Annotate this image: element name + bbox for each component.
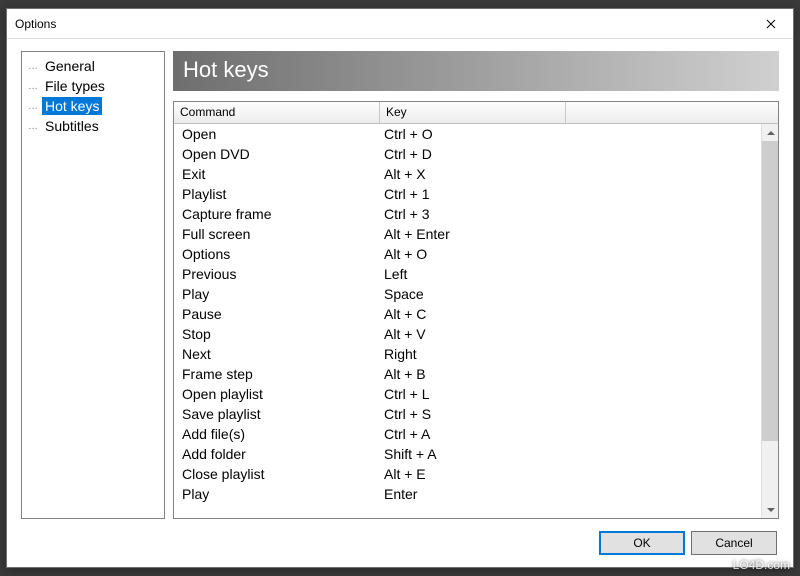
cell-command: Playlist — [174, 186, 380, 202]
cell-command: Add file(s) — [174, 426, 380, 442]
hotkey-row[interactable]: PlaySpace — [174, 284, 761, 304]
tree-connector-icon: … — [28, 121, 42, 132]
column-command[interactable]: Command — [174, 102, 380, 123]
cell-command: Next — [174, 346, 380, 362]
hotkey-row[interactable]: OptionsAlt + O — [174, 244, 761, 264]
cell-key: Ctrl + 1 — [380, 186, 566, 202]
panel-heading: Hot keys — [173, 51, 779, 91]
tree-item-file-types[interactable]: …File types — [24, 76, 162, 96]
scroll-down-button[interactable] — [762, 501, 778, 518]
titlebar: Options — [7, 9, 793, 39]
cell-key: Ctrl + L — [380, 386, 566, 402]
cell-command: Frame step — [174, 366, 380, 382]
cell-key: Alt + O — [380, 246, 566, 262]
tree-connector-icon: … — [28, 81, 42, 92]
cell-key: Ctrl + A — [380, 426, 566, 442]
hotkey-row[interactable]: PauseAlt + C — [174, 304, 761, 324]
main-panel: Hot keys Command Key OpenCtrl + OOpen DV… — [173, 51, 779, 519]
hotkey-row[interactable]: PlayEnter — [174, 484, 761, 504]
window-title: Options — [15, 17, 56, 31]
cell-key: Alt + X — [380, 166, 566, 182]
hotkey-row[interactable]: Full screenAlt + Enter — [174, 224, 761, 244]
cell-key: Right — [380, 346, 566, 362]
tree-item-subtitles[interactable]: …Subtitles — [24, 116, 162, 136]
cell-key: Alt + E — [380, 466, 566, 482]
cell-key: Ctrl + O — [380, 126, 566, 142]
tree-connector-icon: … — [28, 101, 42, 112]
list-body: OpenCtrl + OOpen DVDCtrl + DExitAlt + XP… — [174, 124, 778, 518]
hotkey-row[interactable]: OpenCtrl + O — [174, 124, 761, 144]
scroll-up-button[interactable] — [762, 124, 778, 141]
column-key[interactable]: Key — [380, 102, 566, 123]
tree-connector-icon: … — [28, 61, 42, 72]
hotkey-row[interactable]: NextRight — [174, 344, 761, 364]
cell-command: Open playlist — [174, 386, 380, 402]
cell-key: Space — [380, 286, 566, 302]
cell-command: Pause — [174, 306, 380, 322]
cell-command: Open — [174, 126, 380, 142]
hotkeys-list: Command Key OpenCtrl + OOpen DVDCtrl + D… — [173, 101, 779, 519]
list-rows[interactable]: OpenCtrl + OOpen DVDCtrl + DExitAlt + XP… — [174, 124, 761, 518]
cell-command: Previous — [174, 266, 380, 282]
cell-command: Options — [174, 246, 380, 262]
cell-command: Full screen — [174, 226, 380, 242]
hotkey-row[interactable]: StopAlt + V — [174, 324, 761, 344]
tree-item-label: Subtitles — [42, 117, 102, 135]
hotkey-row[interactable]: Open DVDCtrl + D — [174, 144, 761, 164]
tree-item-general[interactable]: …General — [24, 56, 162, 76]
hotkey-row[interactable]: Close playlistAlt + E — [174, 464, 761, 484]
cell-key: Left — [380, 266, 566, 282]
hotkey-row[interactable]: Add folderShift + A — [174, 444, 761, 464]
vertical-scrollbar[interactable] — [761, 124, 778, 518]
close-button[interactable] — [748, 9, 793, 38]
chevron-up-icon — [767, 131, 775, 135]
dialog-body: …General…File types…Hot keys…Subtitles H… — [7, 39, 793, 519]
hotkey-row[interactable]: ExitAlt + X — [174, 164, 761, 184]
tree-item-label: General — [42, 57, 98, 75]
cell-key: Alt + C — [380, 306, 566, 322]
hotkey-row[interactable]: PlaylistCtrl + 1 — [174, 184, 761, 204]
tree-item-hot-keys[interactable]: …Hot keys — [24, 96, 162, 116]
hotkey-row[interactable]: Add file(s)Ctrl + A — [174, 424, 761, 444]
ok-button[interactable]: OK — [599, 531, 685, 555]
list-header: Command Key — [174, 102, 778, 124]
cell-command: Capture frame — [174, 206, 380, 222]
cell-key: Shift + A — [380, 446, 566, 462]
cell-key: Ctrl + D — [380, 146, 566, 162]
hotkey-row[interactable]: Open playlistCtrl + L — [174, 384, 761, 404]
cell-key: Ctrl + S — [380, 406, 566, 422]
chevron-down-icon — [767, 508, 775, 512]
tree-item-label: Hot keys — [42, 97, 102, 115]
cell-key: Enter — [380, 486, 566, 502]
cell-key: Alt + B — [380, 366, 566, 382]
cancel-button[interactable]: Cancel — [691, 531, 777, 555]
cell-command: Stop — [174, 326, 380, 342]
cell-key: Alt + V — [380, 326, 566, 342]
category-tree[interactable]: …General…File types…Hot keys…Subtitles — [21, 51, 165, 519]
cell-command: Play — [174, 486, 380, 502]
hotkey-row[interactable]: Frame stepAlt + B — [174, 364, 761, 384]
hotkey-row[interactable]: PreviousLeft — [174, 264, 761, 284]
close-icon — [766, 19, 776, 29]
cell-command: Play — [174, 286, 380, 302]
cell-command: Open DVD — [174, 146, 380, 162]
column-extra[interactable] — [566, 102, 778, 123]
cell-key: Ctrl + 3 — [380, 206, 566, 222]
cell-command: Save playlist — [174, 406, 380, 422]
cell-key: Alt + Enter — [380, 226, 566, 242]
hotkey-row[interactable]: Save playlistCtrl + S — [174, 404, 761, 424]
hotkey-row[interactable]: Capture frameCtrl + 3 — [174, 204, 761, 224]
options-dialog: Options …General…File types…Hot keys…Sub… — [6, 8, 794, 568]
cell-command: Add folder — [174, 446, 380, 462]
scroll-thumb[interactable] — [762, 141, 778, 441]
tree-item-label: File types — [42, 77, 108, 95]
button-row: OK Cancel — [7, 519, 793, 567]
cell-command: Close playlist — [174, 466, 380, 482]
cell-command: Exit — [174, 166, 380, 182]
